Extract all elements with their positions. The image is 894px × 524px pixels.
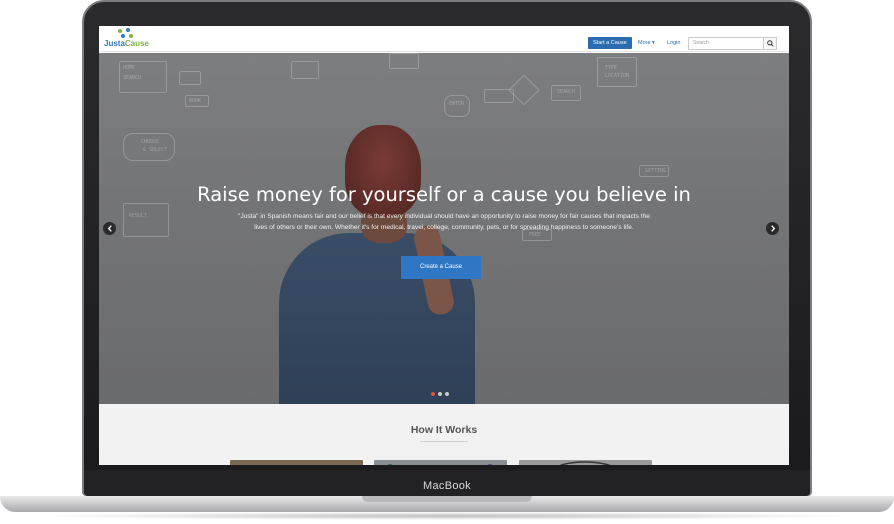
carousel-next-button[interactable] [766, 222, 779, 235]
logo-text-part1: Justa [104, 39, 125, 48]
laptop-notch [362, 496, 532, 502]
start-a-cause-button[interactable]: Start a Cause [588, 37, 632, 49]
browser-screen: JustaCause Start a Cause More ▾ Login Se… [99, 26, 789, 465]
how-it-works-section: How It Works [99, 404, 789, 465]
logo-text-part2: Cause [124, 39, 149, 48]
hero-carousel: HOME SEARCH BOOK CHOOSE & SELECT RESULT … [99, 53, 789, 404]
search-icon [766, 40, 774, 47]
step-card-1 [230, 460, 363, 465]
more-dropdown[interactable]: More ▾ [638, 37, 655, 49]
hero-title: Raise money for yourself or a cause you … [197, 183, 691, 206]
carousel-dot-1[interactable] [431, 392, 435, 396]
laptop-shadow [30, 512, 864, 520]
step-card-3-icon [559, 461, 611, 465]
carousel-indicators [431, 392, 461, 398]
login-link[interactable]: Login [667, 37, 680, 49]
logo-text: JustaCause [104, 39, 149, 48]
carousel-prev-button[interactable] [103, 222, 116, 235]
search-button[interactable] [763, 37, 777, 50]
chevron-left-icon [107, 225, 112, 232]
create-a-cause-button[interactable]: Create a Cause [401, 256, 481, 279]
step-card-3 [519, 460, 652, 465]
search-input[interactable]: Search [688, 37, 764, 50]
carousel-dot-2[interactable] [438, 392, 442, 396]
device-label: MacBook [423, 480, 471, 492]
step-card-2-icon [387, 464, 493, 465]
hero-description: "Justa" in Spanish means fair and our be… [238, 213, 650, 231]
section-divider [420, 441, 468, 442]
top-nav: JustaCause Start a Cause More ▾ Login Se… [99, 26, 789, 52]
carousel-dot-3[interactable] [445, 392, 449, 396]
site-logo[interactable]: JustaCause [104, 28, 154, 50]
laptop-mockup: MacBook JustaCause Start a Cause More ▾ … [0, 0, 894, 524]
chevron-right-icon [770, 225, 775, 232]
step-card-2 [374, 460, 507, 465]
how-it-works-title: How It Works [410, 424, 478, 436]
